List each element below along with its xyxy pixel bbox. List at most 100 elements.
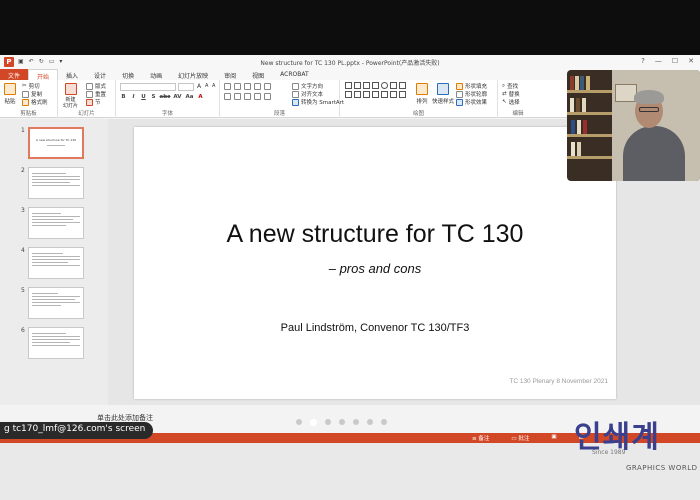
shape-fill-button[interactable]: 形状填充 [456,82,487,90]
line-spacing-icon[interactable] [264,83,271,90]
page-dot[interactable] [339,419,345,425]
notes-toggle[interactable]: ≡ 备注 [472,434,489,442]
align-right-icon[interactable] [244,93,251,100]
shadow-button[interactable]: S [149,94,158,100]
thumbnail-slide-3[interactable]: 3 [0,207,108,243]
thumbnail-slide-5[interactable]: 5 [0,287,108,323]
underline-button[interactable]: U [139,94,148,100]
thumbnail-image[interactable] [28,167,84,199]
copy-button[interactable]: 复制 [22,90,42,98]
shape-more-icon[interactable] [399,91,406,98]
shape-line-icon[interactable] [354,82,361,89]
thumbnail-image[interactable]: A new structure for TC 130 [28,127,84,159]
reset-button[interactable]: 重置 [86,90,106,98]
tab-view[interactable]: 视图 [244,69,272,80]
find-button[interactable]: ⌕ 查找 [502,82,518,91]
shape-line2-icon[interactable] [363,82,370,89]
quick-styles-button[interactable]: 快速样式 [432,83,454,105]
slide-subtitle[interactable]: – pros and cons [134,261,616,276]
tab-review[interactable]: 审阅 [216,69,244,80]
decrease-indent-icon[interactable] [244,83,251,90]
webcam-video[interactable] [567,70,700,181]
tab-home[interactable]: 开始 [28,69,59,81]
minimize-icon[interactable]: — [655,57,662,65]
tab-animations[interactable]: 动画 [142,69,170,80]
shape-textbox-icon[interactable] [345,82,352,89]
thumbnail-slide-6[interactable]: 6 [0,327,108,363]
columns-icon[interactable] [264,93,271,100]
align-text-icon [292,90,299,98]
page-dot[interactable] [325,419,331,425]
section-button[interactable]: 节 [86,98,101,106]
strikethrough-button[interactable]: abc [159,94,171,100]
page-dot[interactable] [353,419,359,425]
tab-design[interactable]: 设计 [86,69,114,80]
shape-arrow-icon[interactable] [354,91,361,98]
tab-acrobat[interactable]: ACROBAT [272,69,317,80]
page-dot[interactable] [381,419,387,425]
justify-icon[interactable] [254,93,261,100]
current-slide[interactable]: A new structure for TC 130 – pros and co… [134,127,616,399]
tab-file[interactable]: 文件 [0,69,29,80]
text-direction-button[interactable]: 文字方向 [292,82,323,90]
grow-font-icon[interactable]: A [197,83,201,90]
smartart-button[interactable]: 转换为 SmartArt [292,98,344,106]
font-size-select[interactable] [178,83,194,91]
align-text-button[interactable]: 对齐文本 [292,90,323,98]
italic-button[interactable]: I [129,94,138,100]
shapes-gallery[interactable] [344,81,414,99]
align-center-icon[interactable] [234,93,241,100]
bold-button[interactable]: B [119,94,128,100]
clear-format-icon[interactable]: A [212,83,215,89]
paste-button[interactable]: 粘贴 [4,83,16,105]
shape-outline-button[interactable]: 形状轮廓 [456,90,487,98]
watermark-brand: GRAPHICS WORLD [626,464,698,472]
font-color-button[interactable]: A [196,94,205,100]
shape-connector-icon[interactable] [345,91,352,98]
page-dot[interactable] [296,419,302,425]
select-button[interactable]: ↖ 选择 [502,98,520,106]
arrange-button[interactable]: 排列 [416,83,428,105]
new-slide-button[interactable]: 新建 幻灯片 [63,83,78,109]
thumbnail-image[interactable] [28,327,84,359]
cut-button[interactable]: ✂ 剪切 [22,82,40,90]
increase-indent-icon[interactable] [254,83,261,90]
shape-rounded-icon[interactable] [390,82,397,89]
thumbnail-slide-2[interactable]: 2 [0,167,108,203]
shape-arrow2-icon[interactable] [363,91,370,98]
format-painter-button[interactable]: 格式刷 [22,98,48,106]
replace-button[interactable]: ⇄ 替换 [502,90,520,98]
thumbnail-slide-1[interactable]: 1 A new structure for TC 130 [0,127,108,163]
shrink-font-icon[interactable]: A [205,83,208,89]
tab-insert[interactable]: 插入 [58,69,86,80]
comments-toggle[interactable]: ▭ 批注 [511,434,529,442]
align-left-icon[interactable] [224,93,231,100]
layout-button[interactable]: 版式 [86,82,106,90]
thumbnail-image[interactable] [28,207,84,239]
maximize-icon[interactable]: ☐ [672,57,678,65]
shape-brace2-icon[interactable] [390,91,397,98]
page-dot[interactable] [367,419,373,425]
shape-brace-icon[interactable] [381,91,388,98]
font-name-select[interactable] [120,83,176,91]
slide-title[interactable]: A new structure for TC 130 [134,220,616,249]
change-case-button[interactable]: Aa [184,94,195,100]
tab-slideshow[interactable]: 幻灯片放映 [170,69,216,80]
ribbon-display-icon[interactable]: ? [641,57,645,65]
shape-triangle-icon[interactable] [399,82,406,89]
tab-transitions[interactable]: 切换 [114,69,142,80]
shape-oval-icon[interactable] [381,82,388,89]
slide-author[interactable]: Paul Lindström, Convenor TC 130/TF3 [134,322,616,334]
char-spacing-button[interactable]: AV [172,94,183,100]
thumbnail-slide-4[interactable]: 4 [0,247,108,283]
bullets-icon[interactable] [224,83,231,90]
shape-rect-icon[interactable] [372,82,379,89]
shape-effects-button[interactable]: 形状效果 [456,98,487,106]
thumbnail-image[interactable] [28,287,84,319]
thumbnail-image[interactable] [28,247,84,279]
normal-view-icon[interactable]: ▣ [551,434,556,442]
page-dot-active[interactable] [310,419,317,426]
shape-star-icon[interactable] [372,91,379,98]
close-icon[interactable]: ✕ [688,57,694,65]
numbering-icon[interactable] [234,83,241,90]
